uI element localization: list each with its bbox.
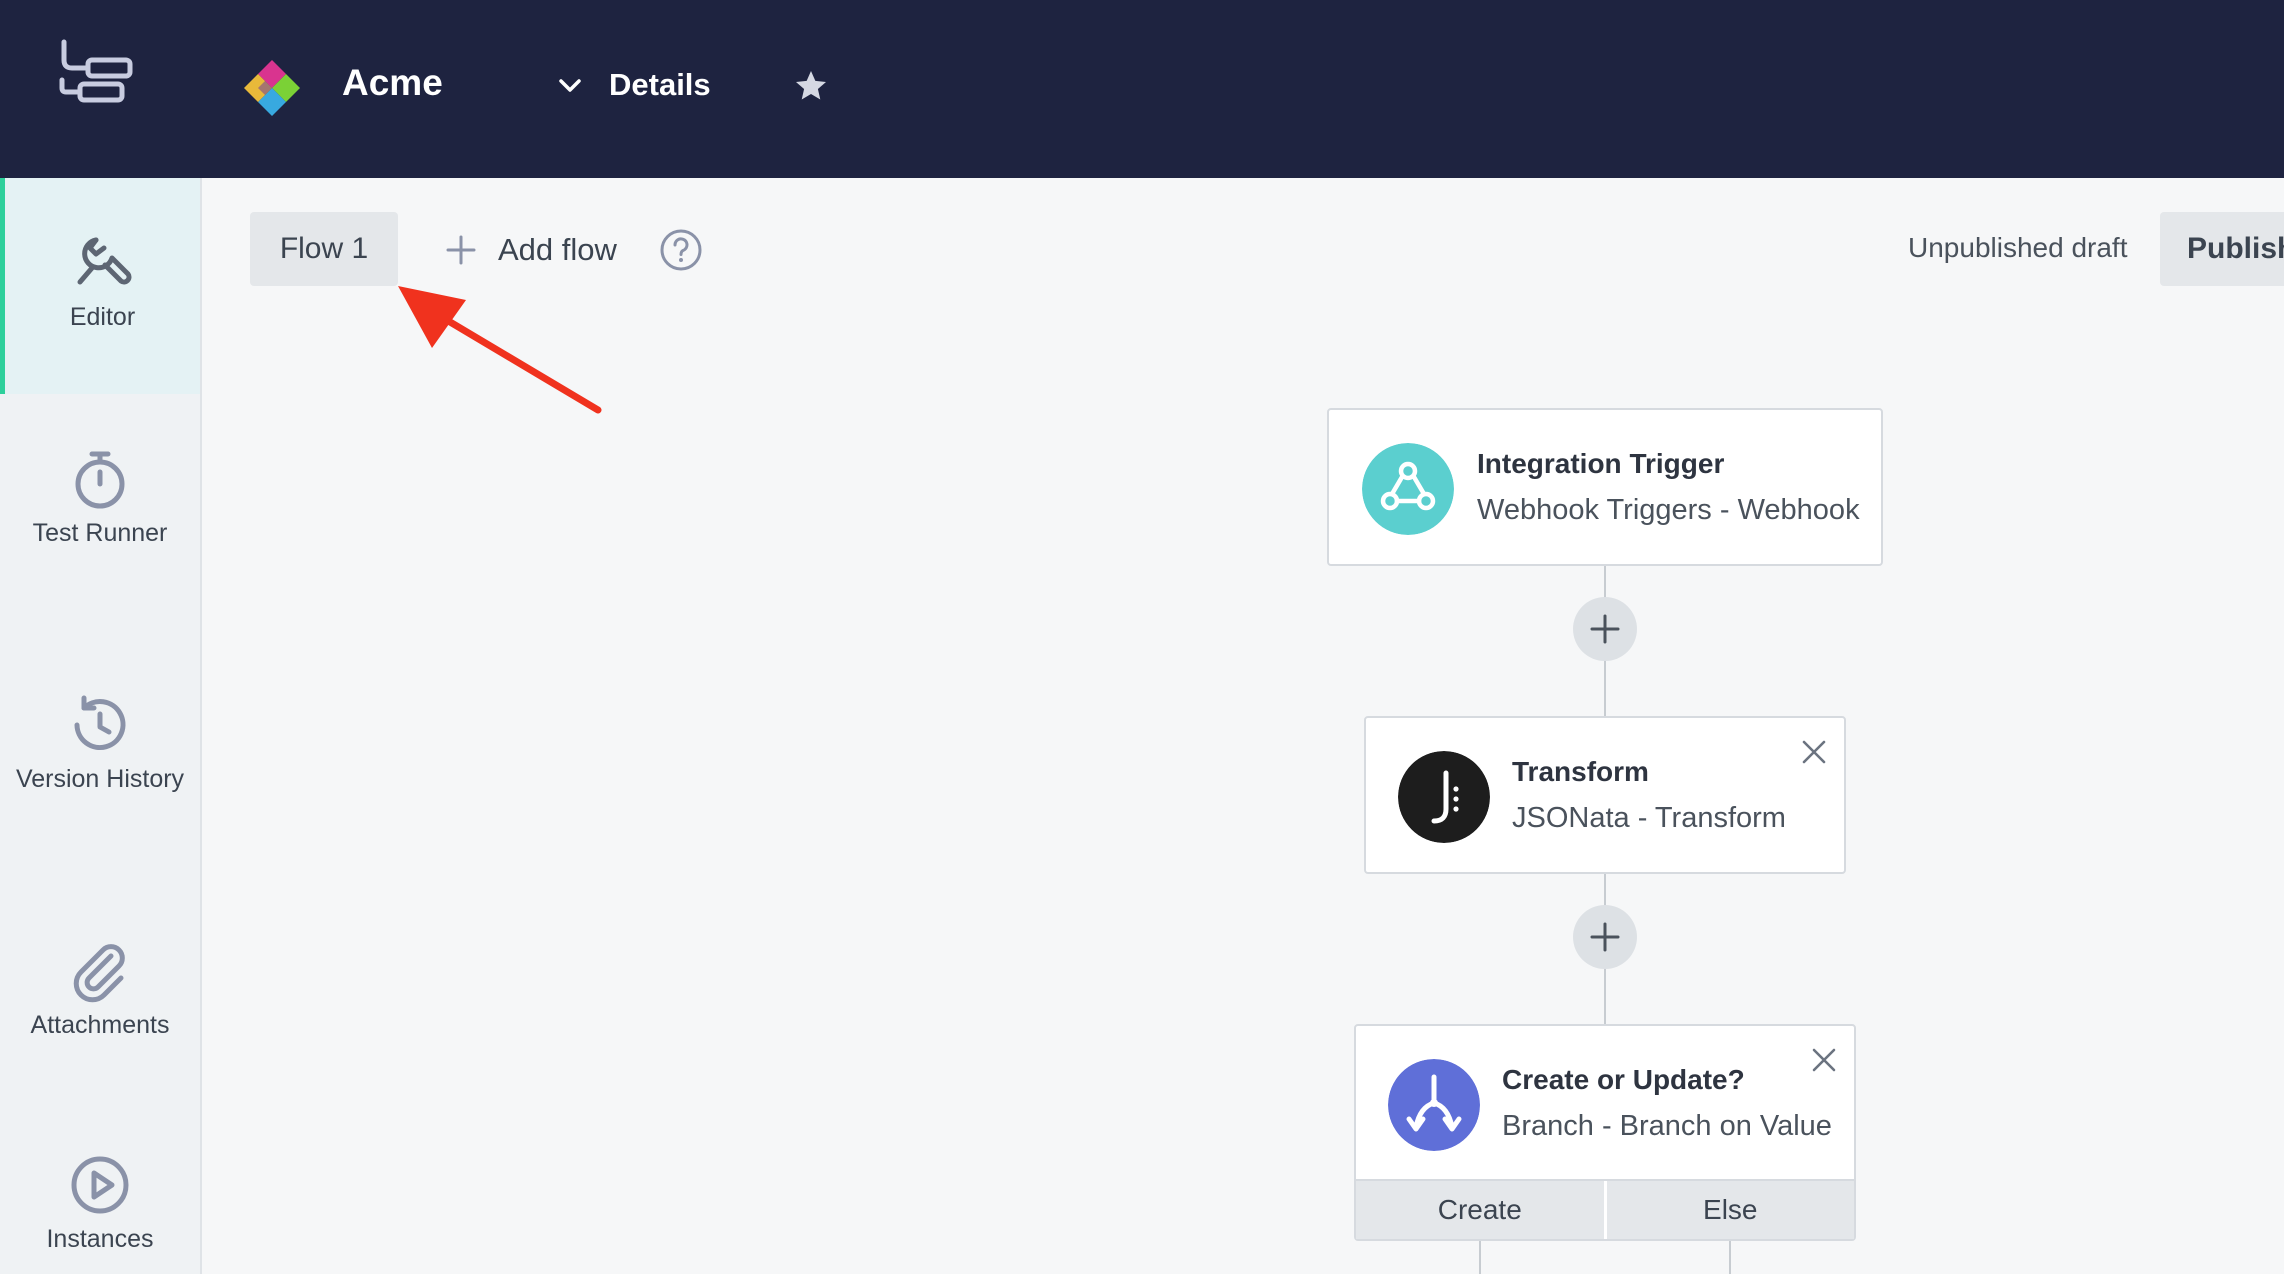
integration-app-icon[interactable] <box>58 38 134 114</box>
star-icon[interactable] <box>793 68 829 104</box>
step-subtitle: Webhook Triggers - Webhook <box>1477 494 1860 526</box>
step-title: Transform <box>1512 756 1649 787</box>
help-icon[interactable] <box>659 228 703 272</box>
sidebar-item-test-runner[interactable]: Test Runner <box>0 446 200 549</box>
sidebar-item-label: Test Runner <box>32 519 168 547</box>
jsonata-icon <box>1398 751 1490 843</box>
annotation-arrow <box>398 286 602 414</box>
step-title: Create or Update? <box>1502 1064 1745 1095</box>
top-header: Acme Details <box>0 0 2284 178</box>
play-circle-icon <box>71 1156 129 1214</box>
sidebar-item-label: Attachments <box>30 1011 170 1039</box>
plus-icon <box>1590 614 1620 644</box>
branch-icon <box>1388 1059 1480 1151</box>
add-flow-label: Add flow <box>498 232 617 267</box>
chevron-down-icon[interactable] <box>556 72 584 100</box>
add-flow-button[interactable]: Add flow <box>444 226 617 274</box>
brand-name: Acme <box>342 62 443 103</box>
publish-button[interactable]: Publish <box>2160 212 2284 286</box>
sidebar-item-attachments[interactable]: Attachments <box>0 938 200 1041</box>
branch-connector <box>1479 1240 1481 1274</box>
branch-options: Create Else <box>1356 1179 1854 1239</box>
sidebar-item-editor[interactable]: Editor <box>0 178 200 394</box>
step-card-integration-trigger[interactable]: Integration Trigger Webhook Triggers - W… <box>1327 408 1883 566</box>
acme-diamond-logo <box>244 60 300 116</box>
sidebar-item-label: Instances <box>46 1225 154 1253</box>
sidebar-item-version-history[interactable]: Version History <box>0 692 200 795</box>
stopwatch-icon <box>75 451 125 509</box>
sidebar-item-label: Version History <box>15 765 185 793</box>
branch-connector <box>1729 1240 1731 1274</box>
wrench-icon <box>77 237 131 285</box>
plus-icon <box>1590 922 1620 952</box>
branch-create[interactable]: Create <box>1356 1181 1604 1239</box>
step-card-branch[interactable]: Create or Update? Branch - Branch on Val… <box>1354 1024 1856 1241</box>
webhook-icon <box>1362 443 1454 535</box>
plus-icon <box>446 235 476 265</box>
step-card-transform[interactable]: Transform JSONata - Transform <box>1364 716 1846 874</box>
step-subtitle: Branch - Branch on Value <box>1502 1110 1832 1142</box>
add-step-button[interactable] <box>1573 905 1637 969</box>
draft-status: Unpublished draft <box>1908 232 2128 263</box>
branch-else[interactable]: Else <box>1603 1181 1854 1239</box>
tab-flow-1[interactable]: Flow 1 <box>250 212 398 286</box>
step-title: Integration Trigger <box>1477 448 1725 479</box>
close-icon[interactable] <box>1810 1046 1838 1074</box>
details-button[interactable]: Details <box>609 67 711 103</box>
close-icon[interactable] <box>1800 738 1828 766</box>
left-sidebar: Editor Test Runner Version History Attac… <box>0 178 202 1274</box>
sidebar-item-instances[interactable]: Instances <box>0 1152 200 1255</box>
sidebar-item-label: Editor <box>69 303 136 331</box>
add-step-button[interactable] <box>1573 597 1637 661</box>
paperclip-icon <box>73 944 125 1003</box>
step-subtitle: JSONata - Transform <box>1512 802 1786 834</box>
history-icon <box>74 695 126 751</box>
